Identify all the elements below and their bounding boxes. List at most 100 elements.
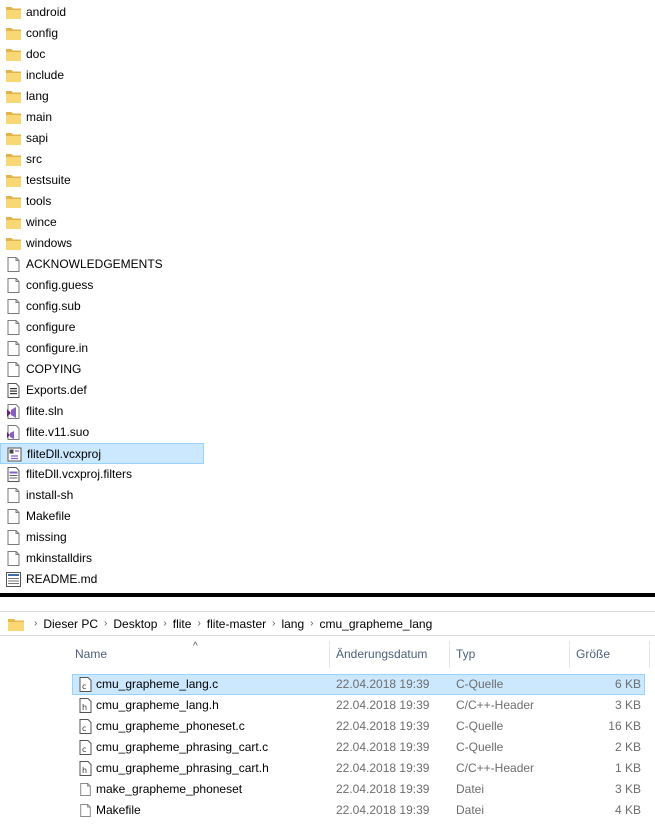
file-name: Makefile bbox=[96, 803, 141, 817]
list-item-label: Exports.def bbox=[26, 383, 87, 397]
list-item[interactable]: tools bbox=[0, 191, 204, 212]
breadcrumb-item[interactable]: Dieser PC bbox=[43, 617, 98, 631]
list-item[interactable]: sapi bbox=[0, 128, 204, 149]
breadcrumb-item[interactable]: flite-master bbox=[207, 617, 266, 631]
list-item-label: mkinstalldirs bbox=[26, 551, 93, 565]
chevron-right-icon[interactable]: › bbox=[34, 618, 37, 629]
list-item[interactable]: config.guess bbox=[0, 275, 204, 296]
file-size: 3 KB bbox=[614, 782, 641, 796]
list-item[interactable]: src bbox=[0, 149, 204, 170]
column-header-size[interactable]: Größe bbox=[570, 641, 650, 668]
list-item[interactable]: flite.v11.suo bbox=[0, 422, 204, 443]
list-item-label: config.sub bbox=[26, 299, 81, 313]
list-item-label: wince bbox=[26, 215, 57, 229]
list-item[interactable]: configure.in bbox=[0, 338, 204, 359]
file-size: 1 KB bbox=[614, 761, 641, 775]
folder-icon bbox=[6, 47, 21, 62]
list-item-label: missing bbox=[26, 530, 67, 544]
list-item-label: tools bbox=[26, 194, 52, 208]
breadcrumb-item[interactable]: flite bbox=[173, 617, 192, 631]
list-item-label: flite.sln bbox=[26, 404, 64, 418]
file-icon bbox=[79, 782, 92, 797]
list-item[interactable]: COPYING bbox=[0, 359, 204, 380]
list-item-label: src bbox=[26, 152, 42, 166]
list-item[interactable]: config.sub bbox=[0, 296, 204, 317]
folder-icon bbox=[6, 173, 21, 188]
file-type: C-Quelle bbox=[456, 740, 504, 754]
chevron-right-icon[interactable]: › bbox=[197, 618, 200, 629]
list-item[interactable]: missing bbox=[0, 527, 204, 548]
table-row[interactable]: Makefile 22.04.2018 19:39 Datei 4 KB bbox=[0, 800, 655, 821]
file-icon bbox=[6, 488, 21, 503]
list-item[interactable]: windows bbox=[0, 233, 204, 254]
table-row[interactable]: c cmu_grapheme_lang.c 22.04.2018 19:39 C-Qu… bbox=[0, 674, 655, 695]
table-row[interactable]: h cmu_grapheme_phrasing_cart.h 22.04.2018 … bbox=[0, 758, 655, 779]
chevron-right-icon[interactable]: › bbox=[272, 618, 275, 629]
list-item[interactable]: wince bbox=[0, 212, 204, 233]
vcxproj-file-icon bbox=[7, 447, 22, 462]
file-icon bbox=[79, 803, 92, 818]
list-item[interactable]: include bbox=[0, 65, 204, 86]
list-item[interactable]: README.md bbox=[0, 569, 204, 590]
breadcrumb-item[interactable]: Desktop bbox=[113, 617, 157, 631]
list-item-label: ACKNOWLEDGEMENTS bbox=[26, 257, 163, 271]
file-name: cmu_grapheme_phoneset.c bbox=[96, 719, 245, 733]
chevron-right-icon[interactable]: › bbox=[104, 618, 107, 629]
c-source-file-icon: c bbox=[79, 677, 92, 692]
list-item[interactable]: config bbox=[0, 23, 204, 44]
modified-date: 22.04.2018 19:39 bbox=[336, 782, 430, 796]
list-item-label: README.md bbox=[26, 572, 98, 586]
bottom-explorer-pane: › Dieser PC › Desktop › flite › flite-master › la… bbox=[0, 597, 655, 825]
chevron-right-icon[interactable]: › bbox=[163, 618, 166, 629]
list-item[interactable]: Makefile bbox=[0, 506, 204, 527]
list-item-label: lang bbox=[26, 89, 49, 103]
list-item[interactable]: testsuite bbox=[0, 170, 204, 191]
visual-studio-solution-icon bbox=[6, 404, 21, 419]
list-item-label: fliteDll.vcxproj bbox=[27, 447, 102, 461]
file-icon bbox=[6, 278, 21, 293]
column-header-type[interactable]: Typ bbox=[450, 641, 570, 668]
breadcrumb-item[interactable]: cmu_grapheme_lang bbox=[320, 617, 433, 631]
folder-icon bbox=[6, 5, 21, 20]
file-icon bbox=[6, 509, 21, 524]
file-type: C-Quelle bbox=[456, 719, 504, 733]
file-size: 2 KB bbox=[614, 740, 641, 754]
svg-text:h: h bbox=[82, 703, 87, 712]
list-item[interactable]: mkinstalldirs bbox=[0, 548, 204, 569]
breadcrumb-item[interactable]: lang bbox=[281, 617, 304, 631]
list-item[interactable]: Exports.def bbox=[0, 380, 204, 401]
modified-date: 22.04.2018 19:39 bbox=[336, 677, 430, 691]
def-file-icon bbox=[6, 383, 21, 398]
svg-text:c: c bbox=[82, 682, 86, 691]
list-item[interactable]: android bbox=[0, 2, 204, 23]
list-item[interactable]: install-sh bbox=[0, 485, 204, 506]
list-item-label: configure bbox=[26, 320, 76, 334]
table-row[interactable]: c cmu_grapheme_phrasing_cart.c 22.04.2018 … bbox=[0, 737, 655, 758]
list-item[interactable]: lang bbox=[0, 86, 204, 107]
table-row[interactable]: make_grapheme_phoneset 22.04.2018 19:39 Da… bbox=[0, 779, 655, 800]
c-source-file-icon: c bbox=[79, 719, 92, 734]
column-header-date[interactable]: Änderungsdatum bbox=[330, 641, 450, 668]
chevron-right-icon[interactable]: › bbox=[310, 618, 313, 629]
column-header-name[interactable]: Name bbox=[69, 641, 330, 668]
file-icon bbox=[6, 341, 21, 356]
file-type: Datei bbox=[456, 803, 485, 817]
list-item[interactable]: configure bbox=[0, 317, 204, 338]
list-item[interactable]: flite.sln bbox=[0, 401, 204, 422]
list-item[interactable]: ACKNOWLEDGEMENTS bbox=[0, 254, 204, 275]
file-icon bbox=[6, 530, 21, 545]
list-item-label: sapi bbox=[26, 131, 49, 145]
list-item[interactable]: main bbox=[0, 107, 204, 128]
table-row[interactable]: c cmu_grapheme_phoneset.c 22.04.2018 19:39… bbox=[0, 716, 655, 737]
address-bar[interactable]: › Dieser PC › Desktop › flite › flite-master › la… bbox=[0, 611, 655, 636]
folder-icon bbox=[6, 26, 21, 41]
file-name: cmu_grapheme_phrasing_cart.h bbox=[96, 761, 269, 775]
header-file-icon: h bbox=[79, 698, 92, 713]
list-item[interactable]: fliteDll.vcxproj bbox=[0, 443, 204, 464]
column-header-row: ^ Name Änderungsdatum Typ Größe bbox=[0, 641, 655, 668]
list-item[interactable]: fliteDll.vcxproj.filters bbox=[0, 464, 204, 485]
folder-icon bbox=[8, 618, 24, 631]
file-name: cmu_grapheme_phrasing_cart.c bbox=[96, 740, 269, 754]
list-item[interactable]: doc bbox=[0, 44, 204, 65]
table-row[interactable]: h cmu_grapheme_lang.h 22.04.2018 19:39 C/C+… bbox=[0, 695, 655, 716]
